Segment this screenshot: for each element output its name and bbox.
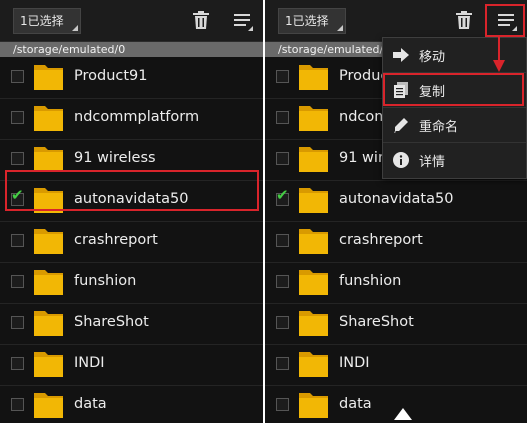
folder-icon bbox=[299, 229, 328, 254]
arrow-right-icon bbox=[393, 47, 409, 63]
highlight-copy-item bbox=[383, 73, 524, 106]
file-row[interactable]: Product91 bbox=[0, 57, 263, 99]
file-row[interactable]: crashreport bbox=[265, 221, 527, 263]
file-name: INDI bbox=[74, 355, 105, 371]
row-checkbox[interactable] bbox=[11, 398, 24, 411]
menu-item-label: 重命名 bbox=[419, 120, 459, 135]
file-name: data bbox=[74, 396, 107, 412]
file-row[interactable]: ShareShot bbox=[265, 303, 527, 345]
file-name: 91 wireless bbox=[74, 150, 156, 166]
file-row[interactable]: ShareShot bbox=[0, 303, 263, 345]
delete-button[interactable] bbox=[450, 6, 478, 34]
file-row[interactable]: INDI bbox=[265, 344, 527, 386]
file-row[interactable]: data bbox=[0, 385, 263, 423]
menu-item-rename[interactable]: 重命名 bbox=[383, 108, 526, 143]
folder-icon bbox=[299, 147, 328, 172]
folder-icon bbox=[299, 311, 328, 336]
folder-icon bbox=[34, 106, 63, 131]
file-row[interactable]: crashreport bbox=[0, 221, 263, 263]
folder-icon bbox=[34, 65, 63, 90]
file-name: ShareShot bbox=[74, 314, 149, 330]
file-name: funshion bbox=[339, 273, 402, 289]
pencil-icon bbox=[393, 117, 409, 133]
row-checkbox[interactable] bbox=[276, 111, 289, 124]
delete-button[interactable] bbox=[187, 6, 215, 34]
menu-item-label: 详情 bbox=[419, 155, 446, 170]
row-checkbox[interactable] bbox=[11, 152, 24, 165]
file-row[interactable]: ndcommplatform bbox=[0, 98, 263, 140]
row-checkbox[interactable] bbox=[276, 275, 289, 288]
row-checkbox[interactable] bbox=[276, 70, 289, 83]
overflow-menu-button[interactable] bbox=[228, 6, 256, 34]
file-name: ShareShot bbox=[339, 314, 414, 330]
folder-icon bbox=[34, 229, 63, 254]
trash-icon bbox=[456, 11, 472, 29]
row-checkbox[interactable] bbox=[11, 357, 24, 370]
selection-count-dropdown[interactable]: 1已选择 bbox=[278, 8, 346, 34]
path-bar: /storage/emulated/0 bbox=[0, 42, 263, 57]
row-checkbox[interactable] bbox=[276, 316, 289, 329]
row-checkbox[interactable] bbox=[11, 316, 24, 329]
folder-icon bbox=[34, 311, 63, 336]
folder-icon bbox=[299, 106, 328, 131]
file-row[interactable]: funshion bbox=[0, 262, 263, 304]
left-file-browser: 1已选择 /storage/emulated/0 Product91 ndcomm… bbox=[0, 0, 263, 423]
file-name: INDI bbox=[339, 355, 370, 371]
file-name: Product91 bbox=[74, 68, 148, 84]
info-icon bbox=[393, 152, 409, 168]
highlight-selected-folder bbox=[5, 170, 259, 211]
row-checkbox[interactable] bbox=[11, 70, 24, 83]
selection-count-dropdown[interactable]: 1已选择 bbox=[13, 8, 81, 34]
folder-icon bbox=[34, 393, 63, 418]
row-checkbox[interactable] bbox=[276, 234, 289, 247]
menu-item-details[interactable]: 详情 bbox=[383, 143, 526, 177]
folder-icon bbox=[299, 393, 328, 418]
row-checkbox[interactable] bbox=[11, 111, 24, 124]
highlight-menu-button bbox=[485, 4, 525, 37]
trash-icon bbox=[193, 11, 209, 29]
file-name: crashreport bbox=[339, 232, 423, 248]
row-checkbox[interactable] bbox=[276, 152, 289, 165]
current-path: /storage/emulated/ bbox=[278, 43, 384, 56]
folder-icon bbox=[34, 352, 63, 377]
file-name: autonavidata50 bbox=[339, 191, 454, 207]
action-bar: 1已选择 bbox=[0, 0, 263, 42]
row-checkbox[interactable]: ✔ bbox=[276, 188, 289, 206]
file-name: crashreport bbox=[74, 232, 158, 248]
folder-icon bbox=[299, 188, 328, 213]
row-checkbox[interactable] bbox=[11, 234, 24, 247]
folder-icon bbox=[299, 352, 328, 377]
menu-item-label: 移动 bbox=[419, 50, 446, 65]
menu-icon bbox=[234, 14, 250, 26]
row-checkbox[interactable] bbox=[276, 357, 289, 370]
file-name: ndcommplatform bbox=[74, 109, 200, 125]
file-row[interactable]: ✔ autonavidata50 bbox=[265, 180, 527, 222]
corner-decoration bbox=[394, 408, 412, 420]
file-name: data bbox=[339, 396, 372, 412]
folder-icon bbox=[299, 65, 328, 90]
folder-icon bbox=[34, 270, 63, 295]
menu-item-move[interactable]: 移动 bbox=[383, 38, 526, 73]
overflow-menu: 移动 复制 重命名 详情 bbox=[382, 37, 527, 179]
file-row[interactable]: INDI bbox=[0, 344, 263, 386]
folder-icon bbox=[299, 270, 328, 295]
file-row[interactable]: funshion bbox=[265, 262, 527, 304]
row-checkbox[interactable] bbox=[11, 275, 24, 288]
checkmark-icon: ✔ bbox=[276, 186, 289, 204]
row-checkbox[interactable] bbox=[276, 398, 289, 411]
file-name: funshion bbox=[74, 273, 137, 289]
current-path: /storage/emulated/0 bbox=[13, 43, 126, 56]
